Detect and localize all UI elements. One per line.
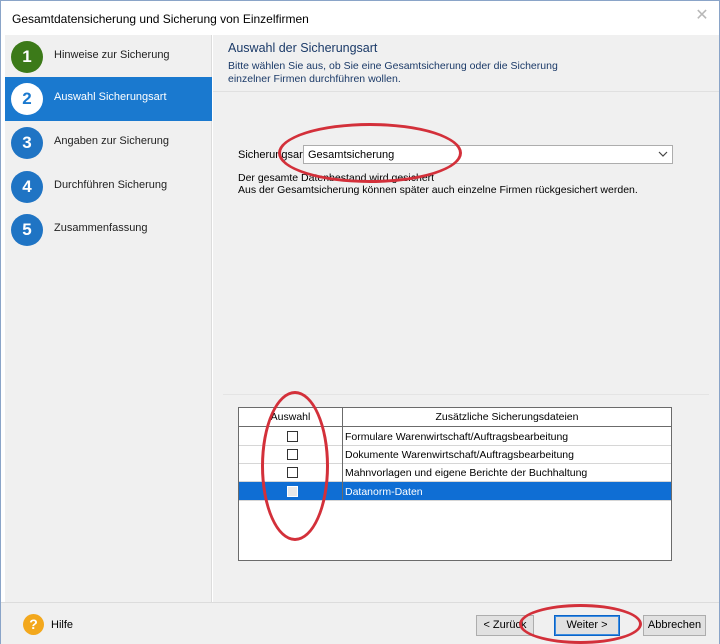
- chevron-down-icon: [657, 147, 669, 164]
- next-button[interactable]: Weiter >: [554, 615, 620, 636]
- back-button[interactable]: < Zurück: [476, 615, 534, 636]
- table-row[interactable]: Dokumente Warenwirtschaft/Auftragsbearbe…: [239, 445, 671, 464]
- table-row-selected[interactable]: Datanorm-Daten: [239, 482, 671, 501]
- table-row[interactable]: Mahnvorlagen und eigene Berichte der Buc…: [239, 463, 671, 482]
- step-label: Zusammenfassung: [54, 222, 148, 234]
- step-number-badge: 5: [11, 214, 43, 246]
- title-bar: Gesamtdatensicherung und Sicherung von E…: [1, 1, 719, 35]
- info-text-line2: Aus der Gesamtsicherung können später au…: [238, 184, 638, 196]
- step-label: Angaben zur Sicherung: [54, 135, 169, 147]
- table-row[interactable]: Formulare Warenwirtschaft/Auftragsbearbe…: [239, 427, 671, 446]
- column-separator: [342, 408, 343, 500]
- close-icon[interactable]: ✕: [695, 8, 709, 24]
- column-header-dateien[interactable]: Zusätzliche Sicherungsdateien: [343, 411, 671, 423]
- page-description: Bitte wählen Sie aus, ob Sie eine Gesamt…: [228, 60, 558, 85]
- sicherungsart-label: Sicherungsart: [238, 149, 306, 161]
- footer-bar: ? Hilfe < Zurück Weiter > Abbrechen: [1, 602, 719, 644]
- sicherungsart-select[interactable]: Gesamtsicherung: [303, 145, 673, 164]
- cancel-button[interactable]: Abbrechen: [643, 615, 706, 636]
- column-header-auswahl[interactable]: Auswahl: [239, 411, 342, 423]
- step-number-badge: 1: [11, 41, 43, 73]
- row-label: Formulare Warenwirtschaft/Auftragsbearbe…: [345, 431, 569, 443]
- step-durchfuehren[interactable]: 4 Durchführen Sicherung: [5, 165, 212, 209]
- table-header: Auswahl Zusätzliche Sicherungsdateien: [239, 408, 671, 427]
- step-number-badge: 3: [11, 127, 43, 159]
- step-hinweise[interactable]: 1 Hinweise zur Sicherung: [5, 35, 212, 79]
- row-checkbox[interactable]: [287, 467, 298, 478]
- backup-files-table: Auswahl Zusätzliche Sicherungsdateien Fo…: [238, 407, 672, 561]
- step-number-badge: 4: [11, 171, 43, 203]
- step-angaben[interactable]: 3 Angaben zur Sicherung: [5, 121, 212, 165]
- dialog-window: Gesamtdatensicherung und Sicherung von E…: [0, 0, 720, 644]
- section-divider: [223, 394, 709, 395]
- window-title: Gesamtdatensicherung und Sicherung von E…: [12, 12, 309, 26]
- wizard-steps-sidebar: 1 Hinweise zur Sicherung 2 Auswahl Siche…: [5, 35, 212, 602]
- step-label: Durchführen Sicherung: [54, 179, 168, 191]
- step-auswahl[interactable]: 2 Auswahl Sicherungsart: [5, 77, 212, 121]
- question-icon[interactable]: ?: [23, 614, 44, 635]
- main-panel: Auswahl der Sicherungsart Bitte wählen S…: [213, 35, 719, 602]
- header-divider: [213, 91, 719, 92]
- row-checkbox[interactable]: [287, 486, 298, 497]
- step-label: Hinweise zur Sicherung: [54, 49, 170, 61]
- step-label: Auswahl Sicherungsart: [54, 91, 167, 103]
- step-number-badge: 2: [11, 83, 43, 115]
- row-label: Mahnvorlagen und eigene Berichte der Buc…: [345, 467, 588, 479]
- help-link[interactable]: Hilfe: [51, 619, 73, 631]
- row-checkbox[interactable]: [287, 431, 298, 442]
- select-value: Gesamtsicherung: [308, 149, 395, 161]
- row-checkbox[interactable]: [287, 449, 298, 460]
- row-label: Dokumente Warenwirtschaft/Auftragsbearbe…: [345, 449, 574, 461]
- step-zusammenfassung[interactable]: 5 Zusammenfassung: [5, 208, 212, 252]
- page-title: Auswahl der Sicherungsart: [228, 41, 378, 55]
- row-label: Datanorm-Daten: [345, 486, 423, 498]
- info-text-line1: Der gesamte Datenbestand wird gesichert: [238, 172, 435, 184]
